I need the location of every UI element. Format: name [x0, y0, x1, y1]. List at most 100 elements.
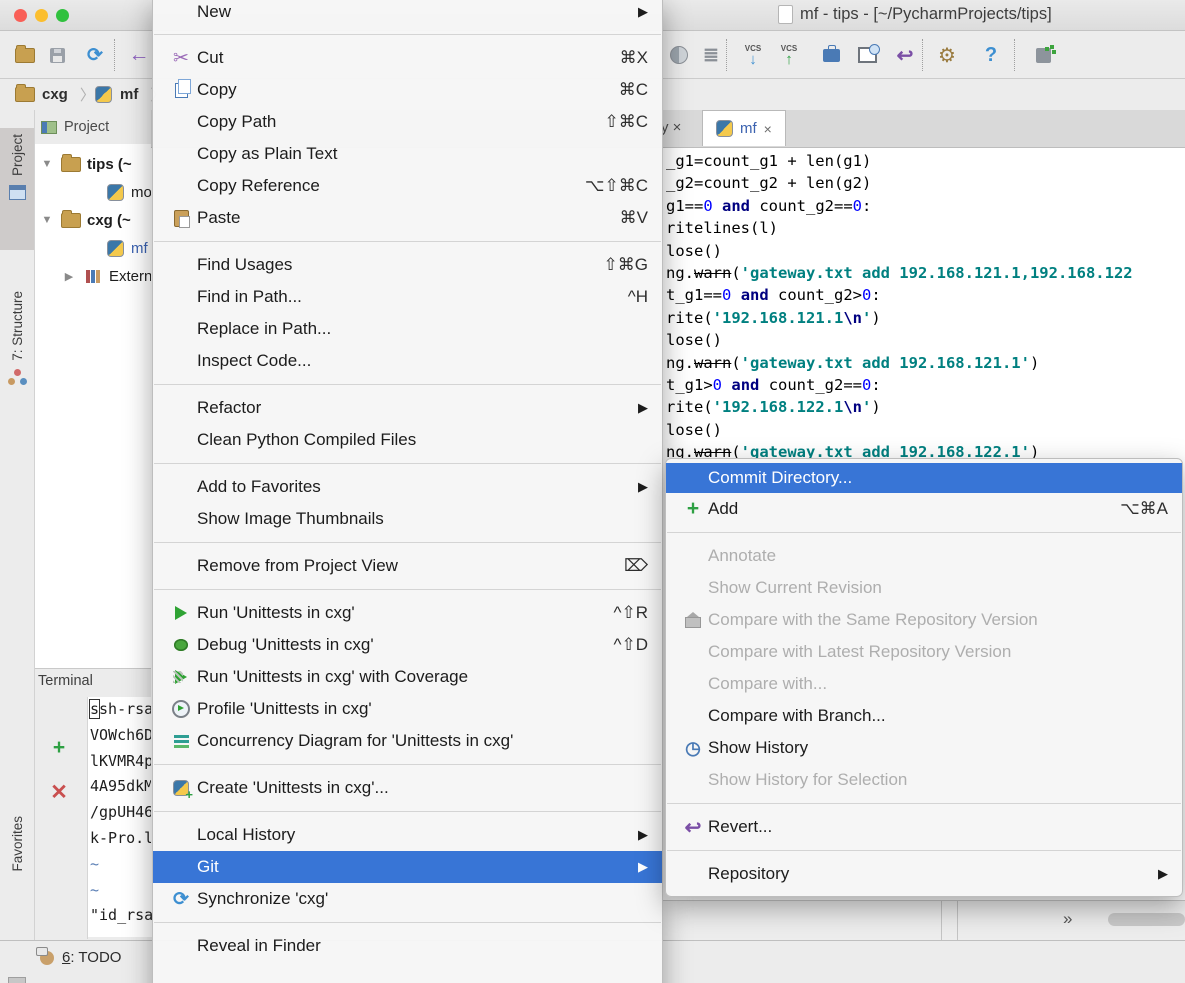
code-line: rite('192.168.121.1\n')	[666, 307, 1185, 329]
toolwindow-tab-label: Project	[10, 134, 25, 176]
plugin-icon[interactable]	[1030, 41, 1056, 69]
synchronize-icon[interactable]: ⟳	[82, 41, 108, 69]
help-icon[interactable]: ?	[978, 41, 1004, 69]
menu-item-debug-unittests-in-cxg[interactable]: Debug 'Unittests in cxg'^⇧D	[153, 629, 662, 661]
menu-separator	[154, 34, 661, 35]
toolbar-divider	[1014, 39, 1015, 71]
menu-item-synchronize-cxg[interactable]: ⟳Synchronize 'cxg'	[153, 883, 662, 915]
toolwindow-toggle-icon[interactable]	[8, 977, 26, 983]
shelf-icon-glyph	[820, 44, 842, 66]
menu-item-label: Refactor	[197, 398, 620, 418]
tree-expander-icon[interactable]: ▼	[39, 214, 55, 226]
panel-splitter[interactable]	[957, 901, 958, 940]
todo-toolwindow-button[interactable]: 6: TODO	[40, 949, 121, 966]
menu-item-find-usages[interactable]: Find Usages⇧⌘G	[153, 249, 662, 281]
python-file-icon	[104, 181, 126, 203]
tab-overflow-chevron[interactable]: »	[1063, 909, 1072, 929]
menu-separator	[154, 589, 661, 590]
menu-item-profile-unittests-in-cxg[interactable]: Profile 'Unittests in cxg'	[153, 693, 662, 725]
settings-icon[interactable]: ⚙	[934, 41, 960, 69]
undo-icon[interactable]: ↩	[892, 41, 918, 69]
menu-item-label: Repository	[708, 864, 1140, 884]
menu-item-concurrency-diagram-for-unittests-in-cxg[interactable]: Concurrency Diagram for 'Unittests in cx…	[153, 725, 662, 757]
menu-item-remove-from-project-view[interactable]: Remove from Project View⌦	[153, 550, 662, 582]
breadcrumb-item-cxg[interactable]: cxg〉	[14, 83, 95, 105]
tree-expander-icon[interactable]: ▼	[39, 158, 55, 170]
toolwindow-tab-7-structure[interactable]: 7: Structure	[0, 285, 34, 427]
menu-item-paste[interactable]: Paste⌘V	[153, 202, 662, 234]
terminal-panel-title[interactable]: Terminal	[38, 673, 93, 689]
shelf-icon[interactable]	[818, 41, 844, 69]
code-line: _g2=count_g2 + len(g2)	[666, 172, 1185, 194]
tab-gateway-partial[interactable]: y ×	[661, 119, 681, 136]
terminal-cursor: s	[90, 700, 99, 718]
menu-item-find-in-path[interactable]: Find in Path...^H	[153, 281, 662, 313]
submenu-arrow-icon: ▶	[1158, 866, 1168, 882]
menu-item-refactor[interactable]: Refactor▶	[153, 392, 662, 424]
menu-item-run-unittests-in-cxg-with-coverage[interactable]: Run 'Unittests in cxg' with Coverage	[153, 661, 662, 693]
menu-item-clean-python-compiled-files[interactable]: Clean Python Compiled Files	[153, 424, 662, 456]
minimize-button[interactable]	[35, 9, 48, 22]
tree-expander-icon[interactable]: ▶	[61, 270, 77, 283]
menu-item-replace-in-path[interactable]: Replace in Path...	[153, 313, 662, 345]
menu-item-git[interactable]: Git▶	[153, 851, 662, 883]
menu-item-copy-reference[interactable]: Copy Reference⌥⇧⌘C	[153, 170, 662, 202]
menu-item-inspect-code[interactable]: Inspect Code...	[153, 345, 662, 377]
menu-item-shortcut: ^⇧D	[614, 635, 649, 655]
toolwindow-tab-label: 7: Structure	[10, 291, 25, 361]
menu-item-label: Show History for Selection	[708, 770, 1168, 790]
tab-mf[interactable]: mf ×	[702, 110, 786, 146]
menu-item-create-unittests-in-cxg[interactable]: Create 'Unittests in cxg'...	[153, 772, 662, 804]
code-line: _g1=count_g1 + len(g1)	[666, 150, 1185, 172]
horizontal-scrollbar[interactable]	[1108, 913, 1185, 926]
close-button[interactable]	[14, 9, 27, 22]
close-session-button[interactable]: ✕	[48, 781, 70, 803]
toolwindow-tab-label: Favorites	[10, 816, 25, 872]
pie-chart-icon[interactable]	[666, 41, 692, 69]
menu-item-reveal-in-finder[interactable]: Reveal in Finder	[153, 930, 662, 962]
menu-item-revert[interactable]: ↩Revert...	[666, 811, 1182, 843]
toolbar-divider	[114, 39, 115, 71]
menu-item-compare-with-branch[interactable]: Compare with Branch...	[666, 700, 1182, 732]
back-arrow-icon[interactable]: ←	[126, 41, 152, 69]
tree-item-label: Extern	[109, 268, 152, 285]
vcs-update-icon[interactable]: VCS↓	[740, 41, 766, 69]
menu-separator	[667, 532, 1181, 533]
new-python-icon	[170, 777, 192, 799]
toolwindow-tab-project[interactable]: Project	[0, 128, 34, 250]
add-session-button[interactable]: +	[48, 737, 70, 759]
menu-item-repository[interactable]: Repository ▶	[666, 858, 1182, 890]
copy-icon	[170, 79, 192, 101]
menu-item-run-unittests-in-cxg[interactable]: Run 'Unittests in cxg'^⇧R	[153, 597, 662, 629]
save-all-icon[interactable]	[44, 41, 70, 69]
menu-item-label: Annotate	[708, 546, 1168, 566]
menu-item-shortcut: ^H	[628, 287, 648, 307]
menu-item-local-history[interactable]: Local History▶	[153, 819, 662, 851]
menu-item-commit-directory[interactable]: Commit Directory...	[666, 463, 1182, 493]
menu-item-label: Revert...	[708, 817, 1168, 837]
menu-item-copy[interactable]: Copy⌘C	[153, 74, 662, 106]
menu-item-add-to-favorites[interactable]: Add to Favorites▶	[153, 471, 662, 503]
menu-item-copy-path[interactable]: Copy Path⇧⌘C	[153, 106, 662, 138]
menu-item-label: Compare with the Same Repository Version	[708, 610, 1168, 630]
menu-item-show-history[interactable]: ◷Show History	[666, 732, 1182, 764]
menu-separator	[667, 803, 1181, 804]
menu-item-new[interactable]: New▶	[153, 0, 662, 27]
vcs-commit-icon[interactable]: VCS↑	[776, 41, 802, 69]
menu-item-add[interactable]: +Add⌥⌘A	[666, 493, 1182, 525]
menu-item-annotate: Annotate	[666, 540, 1182, 572]
menu-item-label: Commit Directory...	[708, 468, 1168, 488]
tab-close-icon[interactable]: ×	[764, 121, 772, 137]
panel-splitter[interactable]	[941, 901, 942, 940]
run-configurations-icon[interactable]: ≣	[698, 41, 724, 69]
toolwindow-tab-favorites[interactable]: Favorites	[0, 810, 34, 942]
open-folder-icon[interactable]	[12, 41, 38, 69]
menu-item-show-image-thumbnails[interactable]: Show Image Thumbnails	[153, 503, 662, 535]
menu-item-copy-as-plain-text[interactable]: Copy as Plain Text	[153, 138, 662, 170]
git-submenu: Commit Directory...+Add⌥⌘AAnnotateShow C…	[665, 458, 1183, 897]
tool-window-strip: Project 7: Structure Favorites	[0, 110, 35, 940]
menu-item-shortcut: ⌥⌘A	[1120, 499, 1168, 519]
menu-item-cut[interactable]: ✂Cut⌘X	[153, 42, 662, 74]
zoom-button[interactable]	[56, 9, 69, 22]
recent-changes-icon[interactable]	[854, 41, 880, 69]
